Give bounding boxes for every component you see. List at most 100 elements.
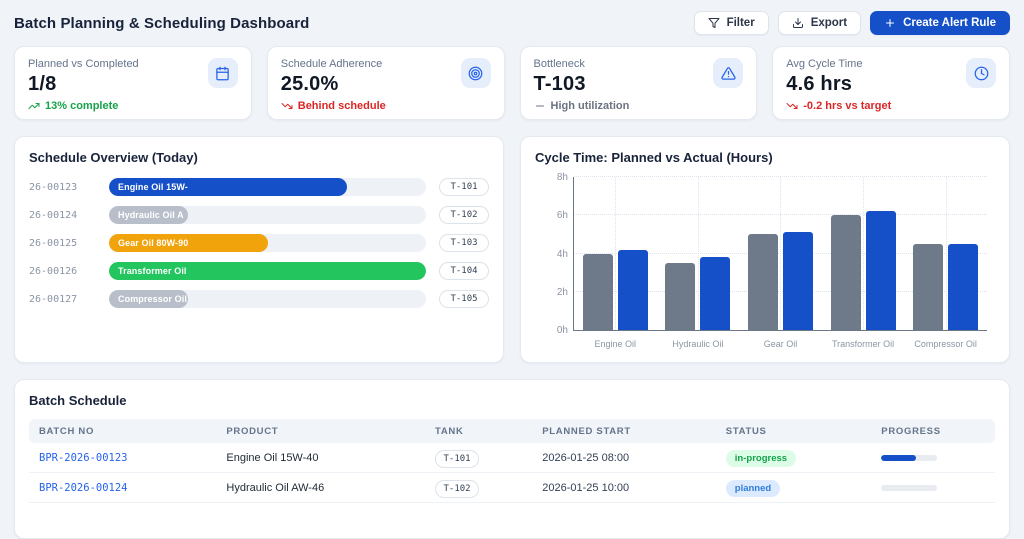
- y-axis-tick-label: 8h: [538, 172, 568, 183]
- tank-pill: T-102: [435, 480, 479, 498]
- page-title: Batch Planning & Scheduling Dashboard: [14, 15, 309, 32]
- kpi-label: Planned vs Completed: [28, 58, 139, 70]
- schedule-overview-title: Schedule Overview (Today): [29, 150, 489, 165]
- gantt-row: 26-00123Engine Oil 15W-T-101: [29, 178, 489, 196]
- gantt-batch-label: 26-00125: [29, 238, 109, 249]
- trending-down-icon: [786, 100, 798, 112]
- bar-group: Hydraulic Oil: [661, 177, 735, 330]
- clock-icon: [974, 66, 989, 81]
- table-row[interactable]: BPR-2026-00124Hydraulic Oil AW-46 T-102 20…: [29, 473, 995, 503]
- gantt-batch-label: 26-00127: [29, 294, 109, 305]
- product-cell: Hydraulic Oil AW-46: [216, 482, 425, 494]
- planned-start-cell: 2026-01-25 08:00: [532, 452, 716, 464]
- batch-no-link[interactable]: BPR-2026-00124: [29, 482, 216, 494]
- product-cell: Engine Oil 15W-40: [216, 452, 425, 464]
- gantt-chart: 26-00123Engine Oil 15W-T-10126-00124Hydr…: [29, 178, 489, 308]
- kpi-delta: -0.2 hrs vs target: [786, 100, 996, 112]
- filter-button-label: Filter: [727, 17, 755, 29]
- batch-no-link[interactable]: BPR-2026-00123: [29, 452, 216, 464]
- bar-actual: [948, 244, 978, 330]
- status-badge: planned: [726, 480, 780, 497]
- kpi-card-top: Avg Cycle Time4.6 hrs: [786, 58, 996, 96]
- gantt-bar[interactable]: Gear Oil 80W-90: [109, 234, 268, 252]
- cycle-time-chart-panel: Cycle Time: Planned vs Actual (Hours) 0h…: [520, 136, 1010, 363]
- download-icon: [792, 17, 804, 29]
- filter-button[interactable]: Filter: [694, 11, 769, 35]
- table-header-row: BATCH NOPRODUCTTANKPLANNED STARTSTATUSPR…: [29, 419, 995, 443]
- planned-start-cell: 2026-01-25 10:00: [532, 482, 716, 494]
- bar-group: Transformer Oil: [826, 177, 900, 330]
- trending-down-icon-wrap: [786, 100, 798, 112]
- v-gridline: [698, 177, 699, 330]
- kpi-text: Schedule Adherence25.0%: [281, 58, 383, 96]
- kpi-text: Planned vs Completed 1/8: [28, 58, 139, 96]
- trending-down-icon: [281, 100, 293, 112]
- y-axis-tick-label: 0h: [538, 325, 568, 336]
- kpi-value: T-103: [534, 73, 586, 96]
- kpi-label: Schedule Adherence: [281, 58, 383, 70]
- bar-actual: [783, 232, 813, 330]
- kpi-cards-row: Planned vs Completed 1/8 13% complete Sched…: [14, 46, 1010, 120]
- gantt-bar[interactable]: Hydraulic Oil A: [109, 206, 188, 224]
- gantt-track: Gear Oil 80W-90: [109, 234, 426, 252]
- kpi-card: Avg Cycle Time4.6 hrs -0.2 hrs vs target: [772, 46, 1010, 120]
- kpi-card: Schedule Adherence25.0% Behind schedule: [267, 46, 505, 120]
- gantt-track: Transformer Oil: [109, 262, 426, 280]
- alert-triangle-iconbox: [713, 58, 743, 88]
- column-header: PRODUCT: [216, 426, 425, 437]
- status-cell: planned: [716, 478, 872, 497]
- gantt-row: 26-00127Compressor OilT-105: [29, 290, 489, 308]
- gantt-row: 26-00124Hydraulic Oil A T-102: [29, 206, 489, 224]
- y-axis-tick-label: 4h: [538, 249, 568, 260]
- alert-triangle-icon: [721, 66, 736, 81]
- gantt-bar[interactable]: Engine Oil 15W-: [109, 178, 347, 196]
- plus-icon: [884, 17, 896, 29]
- tank-cell: T-101: [425, 448, 532, 468]
- gantt-track: Hydraulic Oil A: [109, 206, 426, 224]
- column-header: BATCH NO: [29, 426, 216, 437]
- bar-group: Compressor Oil: [909, 177, 983, 330]
- calendar-icon: [215, 66, 230, 81]
- trending-up-icon: [28, 100, 40, 112]
- middle-panels: Schedule Overview (Today) 26-00123Engine…: [14, 136, 1010, 363]
- tank-cell: T-102: [425, 478, 532, 498]
- kpi-label: Bottleneck: [534, 58, 586, 70]
- gantt-bar[interactable]: Transformer Oil: [109, 262, 426, 280]
- column-header: PLANNED START: [532, 426, 716, 437]
- export-button-label: Export: [811, 17, 847, 29]
- kpi-delta-text: Behind schedule: [298, 100, 386, 112]
- tank-pill: T-102: [439, 206, 489, 224]
- bar-actual: [866, 211, 896, 330]
- column-header: PROGRESS: [871, 426, 995, 437]
- gantt-row: 26-00126Transformer OilT-104: [29, 262, 489, 280]
- header-actions: Filter Export Create Alert Rule: [694, 11, 1010, 35]
- bar-planned: [913, 244, 943, 330]
- kpi-text: Avg Cycle Time4.6 hrs: [786, 58, 862, 96]
- schedule-overview-panel: Schedule Overview (Today) 26-00123Engine…: [14, 136, 504, 363]
- create-alert-rule-button[interactable]: Create Alert Rule: [870, 11, 1010, 35]
- tank-pill: T-104: [439, 262, 489, 280]
- tank-pill: T-101: [439, 178, 489, 196]
- progress-cell: [871, 455, 995, 461]
- bar-planned: [831, 215, 861, 330]
- bar-group: Engine Oil: [578, 177, 652, 330]
- export-button[interactable]: Export: [778, 11, 861, 35]
- tank-pill: T-103: [439, 234, 489, 252]
- plus-icon: [884, 17, 896, 29]
- progress-bar-fill: [881, 455, 916, 461]
- gantt-batch-label: 26-00124: [29, 210, 109, 221]
- minus-icon-wrap: [534, 100, 546, 112]
- table-row[interactable]: BPR-2026-00123Engine Oil 15W-40T-1012026…: [29, 443, 995, 473]
- x-axis-label: Compressor Oil: [894, 339, 998, 349]
- kpi-card-top: Schedule Adherence25.0%: [281, 58, 491, 96]
- gantt-bar[interactable]: Compressor Oil: [109, 290, 188, 308]
- kpi-value: 1/8: [28, 73, 139, 96]
- minus-icon: [534, 100, 546, 112]
- kpi-card-top: Planned vs Completed 1/8: [28, 58, 238, 96]
- bar-planned: [748, 234, 778, 330]
- bar-groups: Engine OilHydraulic OilGear OilTransform…: [574, 177, 987, 330]
- gantt-track: Engine Oil 15W-: [109, 178, 426, 196]
- v-gridline: [615, 177, 616, 330]
- kpi-value: 4.6 hrs: [786, 73, 862, 96]
- kpi-delta: 13% complete: [28, 100, 238, 112]
